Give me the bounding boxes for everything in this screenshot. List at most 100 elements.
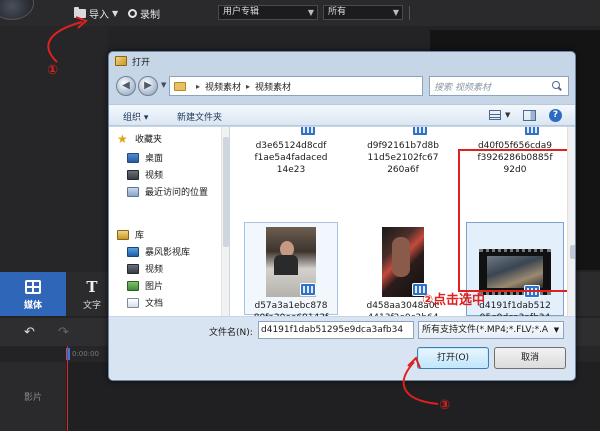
redo-icon[interactable]: ↷ — [58, 325, 69, 340]
app-logo — [0, 0, 34, 20]
breadcrumb-separator: ▸ — [246, 81, 251, 91]
file-type-select[interactable]: 所有支持文件(*.MP4;*.FLV;*.A ▼ — [418, 321, 564, 339]
toolbar-divider — [409, 6, 410, 20]
video-file-icon — [300, 283, 316, 296]
annotation-step2: ②点击选中 — [422, 293, 486, 308]
video-file-icon — [524, 127, 540, 136]
editor-toolbar: 导入 ▼ 录制 用户专辑 ▼ 所有 ▼ — [0, 0, 600, 26]
storm-library-icon — [127, 246, 139, 257]
nav-libraries[interactable]: 库 — [109, 226, 227, 243]
thumbnail — [466, 127, 564, 137]
nav-favorites-label: 收藏夹 — [135, 135, 163, 145]
import-label: 导入 — [89, 9, 109, 21]
record-radio[interactable]: 录制 — [128, 5, 160, 21]
file-name: d3e65124d8cdf f1ae5a4fadaced 14e23 — [254, 141, 328, 175]
video-folder-icon — [127, 263, 139, 274]
nav-item-pictures[interactable]: 图片 — [109, 277, 227, 294]
filename-label: 文件名(N): — [209, 328, 253, 338]
nav-favorites[interactable]: ★ 收藏夹 — [109, 130, 227, 147]
text-icon: T — [86, 278, 98, 296]
media-icon — [25, 280, 41, 294]
nav-item-storm-library[interactable]: 暴风影视库 — [109, 243, 227, 260]
file-tile[interactable]: d57a3a1ebc878 80fa30ee69143f 1512c — [242, 227, 340, 316]
nav-item-label: 视频 — [145, 265, 164, 275]
cancel-button[interactable]: 取消 — [494, 347, 566, 369]
chevron-down-icon: ▼ — [112, 8, 119, 18]
star-icon: ★ — [117, 131, 128, 146]
chevron-down-icon: ▼ — [307, 8, 314, 17]
open-file-dialog: 打开 ◀ ▶ ▼ ▸ 视频素材 ▸ 视频素材 ▼ 搜索 视频素材 组织 ▾ 新建… — [108, 51, 576, 381]
media-filter-select[interactable]: 所有 ▼ — [323, 5, 403, 20]
library-icon — [117, 229, 129, 240]
search-icon — [551, 80, 563, 92]
search-input[interactable]: 搜索 视频素材 — [429, 76, 569, 96]
tab-media-label: 媒体 — [23, 301, 42, 311]
video-file-icon — [412, 127, 428, 136]
track-label: 影片 — [0, 362, 66, 431]
chevron-down-icon[interactable]: ▼ — [505, 111, 510, 119]
chevron-down-icon: ▼ — [550, 322, 563, 338]
file-name: d9f92161b7d8b 11d5e2102fc67 260a6f — [367, 141, 439, 175]
file-list-scrollbar[interactable] — [567, 127, 575, 316]
breadcrumb-item[interactable]: 视频素材 — [205, 80, 241, 93]
radio-icon — [128, 8, 137, 18]
address-bar[interactable]: ▸ 视频素材 ▸ 视频素材 ▼ — [169, 76, 477, 97]
playhead[interactable] — [67, 346, 68, 431]
record-label: 录制 — [140, 9, 160, 21]
desktop-icon — [127, 152, 139, 163]
media-filter-value: 所有 — [328, 7, 347, 17]
file-type-value: 所有支持文件(*.MP4;*.FLV;*.A — [422, 325, 549, 335]
nav-libraries-label: 库 — [135, 231, 145, 241]
preview-pane-icon[interactable] — [523, 110, 536, 121]
folder-icon — [174, 81, 186, 91]
dialog-footer: 文件名(N): d4191f1dab51295e9dca3afb34 ▼ 所有支… — [109, 317, 575, 380]
nav-item-videos[interactable]: 视频 — [109, 166, 227, 183]
nav-item-lib-videos[interactable]: 视频 — [109, 260, 227, 277]
thumbnail — [242, 127, 340, 137]
recent-places-icon — [127, 186, 139, 197]
nav-item-label: 桌面 — [145, 154, 164, 164]
open-button[interactable]: 打开(O) — [417, 347, 489, 369]
filename-input[interactable]: d4191f1dab51295e9dca3afb34 ▼ — [258, 321, 414, 339]
filename-value: d4191f1dab51295e9dca3afb34 — [261, 325, 404, 335]
thumbnail — [354, 127, 452, 137]
history-dropdown-icon[interactable]: ▼ — [161, 81, 166, 89]
command-bar: 组织 ▾ 新建文件夹 ▼ ? — [109, 104, 575, 126]
nav-item-recent[interactable]: 最近访问的位置 — [109, 183, 227, 200]
help-icon[interactable]: ? — [549, 109, 562, 122]
undo-icon[interactable]: ↶ — [24, 325, 35, 340]
nav-item-documents[interactable]: 文档 — [109, 294, 227, 311]
new-folder-button[interactable]: 新建文件夹 — [177, 110, 222, 123]
dialog-title: 打开 — [132, 57, 151, 68]
album-select[interactable]: 用户专辑 ▼ — [218, 5, 318, 20]
nav-item-label: 文档 — [145, 299, 164, 309]
open-folder-icon — [115, 56, 127, 66]
selection-annotation-frame — [458, 149, 567, 292]
navigation-pane: ★ 收藏夹 桌面 视频 最近访问的位置 库 暴风影视库 视频 图片 文档 — [109, 127, 229, 316]
nav-item-desktop[interactable]: 桌面 — [109, 149, 227, 166]
address-bar-row: ◀ ▶ ▼ ▸ 视频素材 ▸ 视频素材 ▼ 搜索 视频素材 — [113, 75, 573, 97]
nav-item-label: 图片 — [145, 282, 164, 292]
annotation-step1: ① — [47, 63, 59, 78]
tab-text-label: 文字 — [82, 301, 101, 311]
organize-button[interactable]: 组织 ▾ — [123, 110, 148, 123]
chevron-down-icon: ▼ — [392, 8, 399, 17]
album-select-value: 用户专辑 — [223, 7, 260, 17]
search-placeholder: 搜索 视频素材 — [434, 82, 491, 93]
file-name: d57a3a1ebc878 80fa30ee69143f 1512c — [254, 301, 328, 316]
breadcrumb-item[interactable]: 视频素材 — [255, 80, 291, 93]
dialog-titlebar[interactable]: 打开 — [109, 52, 575, 70]
video-folder-icon — [127, 169, 139, 180]
video-file-icon — [300, 127, 316, 136]
forward-button[interactable]: ▶ — [138, 76, 158, 96]
file-tile[interactable]: d9f92161b7d8b 11d5e2102fc67 260a6f — [354, 127, 452, 176]
back-button[interactable]: ◀ — [116, 76, 136, 96]
breadcrumb-separator: ▸ — [196, 81, 201, 91]
nav-item-label: 最近访问的位置 — [145, 188, 209, 198]
file-tile[interactable]: d3e65124d8cdf f1ae5a4fadaced 14e23 — [242, 127, 340, 176]
view-options-icon[interactable] — [489, 110, 501, 120]
import-button[interactable]: 导入 ▼ — [74, 5, 118, 21]
nav-scrollbar[interactable] — [221, 127, 229, 316]
tab-media[interactable]: 媒体 — [0, 272, 66, 316]
thumbnail — [354, 227, 452, 297]
